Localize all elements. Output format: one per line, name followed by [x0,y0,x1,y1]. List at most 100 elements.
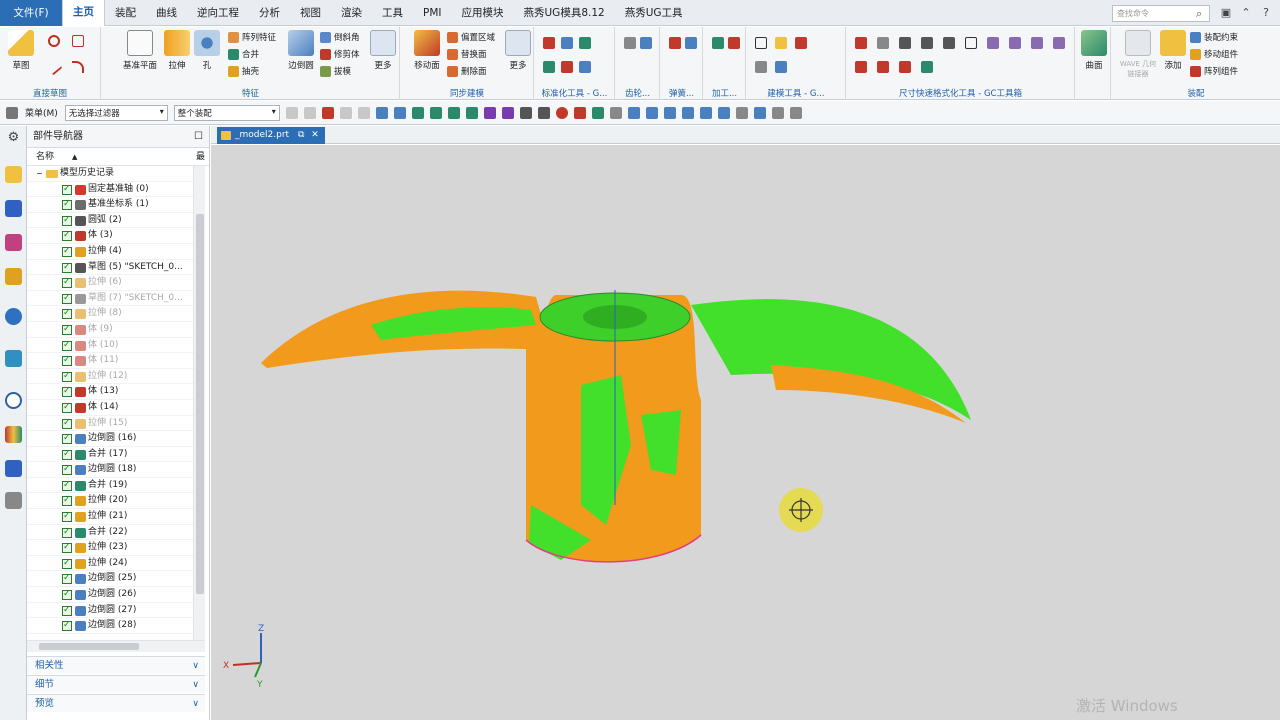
visibility-checkbox[interactable] [62,431,72,447]
view-tool-icon[interactable] [663,106,676,119]
constraint-navigator-icon[interactable] [5,200,22,217]
tree-row[interactable]: 边倒圆 (18) [27,462,193,478]
wave-linker-button[interactable]: WAVE 几何链接器 [1118,30,1158,79]
dimension-format-icon[interactable] [921,61,933,73]
visibility-checkbox[interactable] [62,213,72,228]
visibility-checkbox[interactable] [62,275,72,291]
scrollbar-thumb[interactable] [196,214,204,594]
color-palette-icon[interactable] [5,426,22,443]
view-tool-icon[interactable] [771,106,784,119]
select-tool-icon[interactable] [303,106,316,119]
tree-row[interactable]: 合并 (19) [27,478,193,493]
dimension-format-icon[interactable] [899,61,911,73]
tab-curve[interactable]: 曲线 [146,0,187,26]
tree-row[interactable]: 合并 (17) [27,447,193,462]
dimension-format-icon[interactable] [943,37,955,49]
menu-icon[interactable] [6,106,18,119]
tab-popout-icon[interactable]: ⧉ [298,130,304,140]
gc-tool-icon[interactable] [543,61,555,73]
tree-row[interactable]: 拉伸 (23) [27,540,193,556]
view-tool-icon[interactable] [753,106,766,119]
tree-row[interactable]: 体 (11) [27,353,193,369]
collapse-icon[interactable]: − [36,166,43,182]
navigator-column-header[interactable]: 名称 ▲ 最 [27,148,209,166]
visibility-checkbox[interactable] [62,540,72,556]
tree-row[interactable]: 拉伸 (12) [27,369,193,384]
navigator-maximize-icon[interactable]: ☐ [194,126,203,148]
tree-row[interactable]: 边倒圆 (16) [27,431,193,447]
visibility-checkbox[interactable] [62,338,72,353]
visibility-checkbox[interactable] [62,400,72,416]
unite-button[interactable]: 合并 [228,48,259,60]
assembly-navigator-icon[interactable] [5,166,22,183]
dimension-format-icon[interactable] [1031,37,1043,49]
tab-reverse-engineering[interactable]: 逆向工程 [187,0,249,26]
tab-view[interactable]: 视图 [290,0,331,26]
gc-tool-icon[interactable] [561,37,573,49]
dimension-format-icon[interactable] [1053,37,1065,49]
visibility-checkbox[interactable] [62,618,72,634]
visibility-checkbox[interactable] [62,306,72,322]
sketch-button[interactable]: 草图 [4,30,38,71]
dimension-format-icon[interactable] [877,61,889,73]
tree-row[interactable]: 拉伸 (21) [27,509,193,525]
move-face-button[interactable]: 移动面 [407,30,447,71]
tree-row[interactable]: 草图 (7) "SKETCH_0... [27,291,193,306]
delete-face-button[interactable]: 删除面 [447,65,487,77]
tree-row[interactable]: 拉伸 (24) [27,556,193,571]
visibility-checkbox[interactable] [62,291,72,306]
dimension-format-icon[interactable] [1009,37,1021,49]
shell-button[interactable]: 抽壳 [228,65,259,77]
tree-row[interactable]: 拉伸 (20) [27,493,193,509]
tree-row[interactable]: 草图 (5) "SKETCH_0... [27,260,193,275]
model-scene[interactable]: Z X Y [211,145,1280,720]
dimension-format-icon[interactable] [965,37,977,49]
search-icon[interactable]: ⌕ [1196,7,1202,21]
snap-icon[interactable] [609,106,622,119]
extrude-button[interactable]: 拉伸 [160,30,194,71]
visibility-checkbox[interactable] [62,447,72,462]
type-filter-select[interactable]: 无选择过滤器 [64,104,168,121]
visibility-checkbox[interactable] [62,493,72,509]
dimension-format-icon[interactable] [899,37,911,49]
hole-button[interactable]: 孔 [190,30,224,71]
snap-icon[interactable] [519,106,532,119]
offset-region-button[interactable]: 偏置区域 [447,31,495,43]
snap-icon[interactable] [501,106,514,119]
edge-blend-button[interactable]: 边倒圆 [282,30,320,71]
selection-scope-select[interactable]: 整个装配 [173,104,280,121]
tree-row[interactable]: 拉伸 (8) [27,306,193,322]
process-studio-icon[interactable] [5,460,22,477]
snap-icon[interactable] [465,106,478,119]
replace-face-button[interactable]: 替换面 [447,48,487,60]
visibility-checkbox[interactable] [62,244,72,260]
tab-analysis[interactable]: 分析 [249,0,290,26]
visibility-checkbox[interactable] [62,478,72,493]
modeling-tool-icon[interactable] [755,37,767,49]
tab-pmi[interactable]: PMI [413,0,452,26]
panel-details[interactable]: 细节 ∨ [27,675,205,693]
gc-tool-icon[interactable] [543,37,555,49]
tree-row[interactable]: 拉伸 (4) [27,244,193,260]
visibility-checkbox[interactable] [62,571,72,587]
rectangle-icon[interactable] [72,35,84,47]
visibility-checkbox[interactable] [62,260,72,275]
visibility-checkbox[interactable] [62,182,72,197]
visibility-checkbox[interactable] [62,228,72,244]
tree-row[interactable]: 体 (3) [27,228,193,244]
select-tool-icon[interactable] [393,106,406,119]
visibility-checkbox[interactable] [62,353,72,369]
trim-body-button[interactable]: 修剪体 [320,48,360,60]
chamfer-button[interactable]: 倒斜角 [320,31,360,43]
file-menu[interactable]: 文件(F) [0,0,62,26]
visibility-checkbox[interactable] [62,556,72,571]
panel-preview[interactable]: 预览 ∨ [27,694,205,712]
gear-tool-icon[interactable] [640,37,652,49]
view-tool-icon[interactable] [645,106,658,119]
tab-yanxiu-mold[interactable]: 燕秀UG模具8.12 [514,0,615,26]
tree-row[interactable]: 体 (14) [27,400,193,416]
tree-row[interactable]: 边倒圆 (25) [27,571,193,587]
feature-more-button[interactable]: 更多 [368,30,398,71]
studio-spline-icon[interactable] [72,61,84,73]
tab-assembly[interactable]: 装配 [105,0,146,26]
